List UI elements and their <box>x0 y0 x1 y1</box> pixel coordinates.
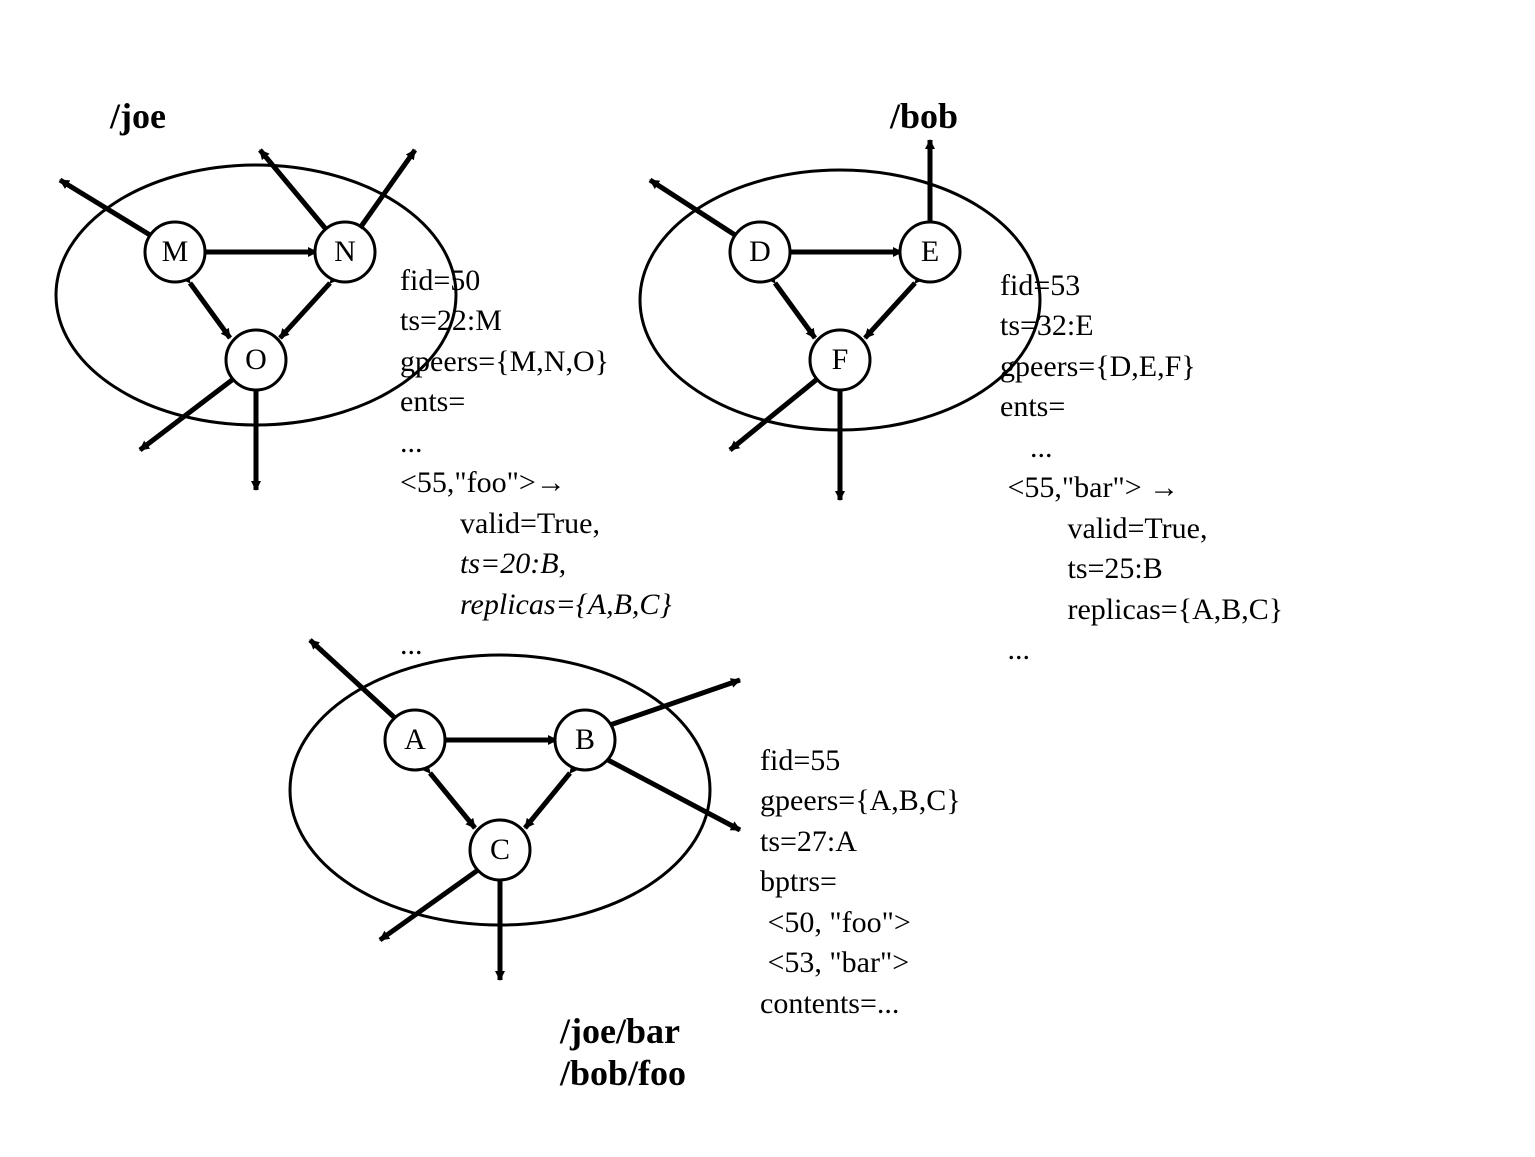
title-bob: /bob <box>890 95 958 137</box>
joe-gpeers: gpeers={M,N,O} <box>400 345 609 378</box>
joe-ts2: ts=20:B, <box>460 547 566 580</box>
group-abc: A B C <box>290 640 740 980</box>
node-abc-0: A <box>404 723 426 756</box>
joe-dots2: ... <box>400 628 423 661</box>
title-abc: /joe/bar /bob/foo <box>560 1010 686 1094</box>
group-joe: M N O <box>56 150 456 490</box>
node-abc-2: C <box>490 833 510 866</box>
joe-dots1: ... <box>400 426 423 459</box>
bob-fid: fid=53 <box>1000 269 1080 302</box>
joe-ts: ts=22:M <box>400 304 502 337</box>
bob-replicas: replicas={A,B,C} <box>1068 593 1284 626</box>
diagram-stage: M N O D E F A B C <box>0 0 1535 1157</box>
bob-ents: ents= <box>1000 390 1065 423</box>
info-abc: fid=55 gpeers={A,B,C} ts=27:A bptrs= <50… <box>760 700 961 1024</box>
bob-ts2: ts=25:B <box>1068 552 1163 585</box>
group-bob: D E F <box>640 140 1040 500</box>
node-joe-0: M <box>162 235 189 268</box>
node-joe-2: O <box>245 343 267 376</box>
joe-ents: ents= <box>400 385 465 418</box>
abc-contents: contents=... <box>760 987 899 1020</box>
bob-dots1: ... <box>1030 431 1053 464</box>
joe-fid: fid=50 <box>400 264 480 297</box>
node-bob-2: F <box>832 343 849 376</box>
bob-valid: valid=True, <box>1068 512 1208 545</box>
abc-bp1: <50, "foo"> <box>760 906 911 939</box>
title-joe: /joe <box>110 95 166 137</box>
abc-fid: fid=55 <box>760 744 840 777</box>
bob-entry: <55,"bar"> → <box>1008 471 1180 504</box>
abc-gpeers: gpeers={A,B,C} <box>760 784 961 817</box>
node-bob-0: D <box>749 235 771 268</box>
abc-bptrs: bptrs= <box>760 865 837 898</box>
abc-ts: ts=27:A <box>760 825 857 858</box>
info-bob: fid=53 ts=32:E gpeers={D,E,F} ents= ... … <box>1000 225 1283 671</box>
info-joe: fid=50 ts=22:M gpeers={M,N,O} ents= ... … <box>400 220 671 666</box>
bob-gpeers: gpeers={D,E,F} <box>1000 350 1196 383</box>
node-joe-1: N <box>334 235 356 268</box>
node-bob-1: E <box>921 235 939 268</box>
bob-dots2: ... <box>1008 633 1031 666</box>
joe-replicas: replicas={A,B,C} <box>460 588 671 621</box>
joe-entry: <55,"foo">→ <box>400 466 566 499</box>
node-abc-1: B <box>575 723 595 756</box>
bob-ts: ts=32:E <box>1000 309 1094 342</box>
joe-valid: valid=True, <box>460 507 600 540</box>
abc-bp2: <53, "bar"> <box>760 946 909 979</box>
